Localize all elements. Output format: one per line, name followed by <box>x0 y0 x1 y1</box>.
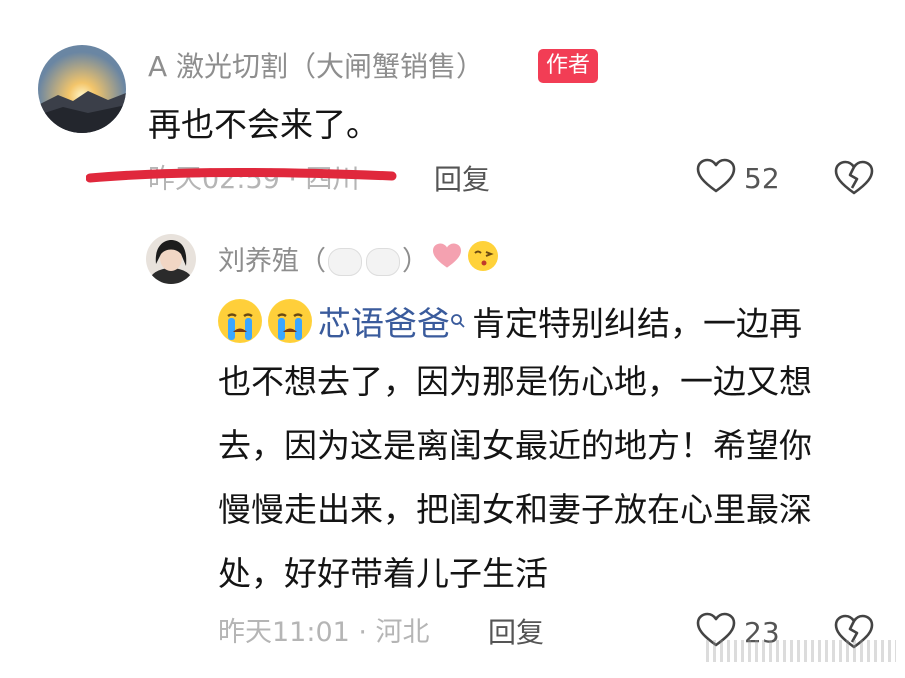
author-avatar[interactable] <box>38 45 126 133</box>
comment-like-count: 52 <box>744 161 780 195</box>
mention-link[interactable]: 芯语爸爸 <box>318 304 450 343</box>
reply-meta: 昨天11:01 · 河北 <box>218 617 430 648</box>
crying-face-icon <box>268 299 312 343</box>
heart-icon <box>696 158 736 198</box>
reply-line-5: 处，好好带着儿子生活 <box>218 554 548 593</box>
author-badge: 作者 <box>538 49 599 83</box>
kiss-emoji-icon <box>467 240 499 283</box>
reply-avatar[interactable] <box>146 234 196 284</box>
reply-username-row[interactable]: 刘养殖（ ） <box>218 240 499 283</box>
reply-first-line: 芯语爸爸 肯定特别纠结，一边再 <box>218 286 802 356</box>
reply-line-3: 去，因为这是离闺女最近的地方！希望你 <box>218 426 812 465</box>
reply-reply-button[interactable]: 回复 <box>488 614 544 652</box>
comment-like-button[interactable]: 52 <box>696 158 780 198</box>
comment-reply-button[interactable]: 回复 <box>434 160 490 200</box>
reply-text-first: 肯定特别纠结，一边再 <box>472 304 802 343</box>
reply-username: 刘养殖（ <box>218 245 326 277</box>
pig-face-icon <box>328 247 362 276</box>
pink-heart-icon <box>431 242 463 281</box>
author-username[interactable]: A 激光切割（大闸蟹销售） <box>148 48 484 86</box>
reply-username-suffix: ） <box>402 245 429 277</box>
reply-line-4: 慢慢走出来，把闺女和妻子放在心里最深 <box>218 490 812 529</box>
watermark <box>706 640 896 662</box>
comment-text: 再也不会来了。 <box>148 105 379 144</box>
broken-heart-icon <box>834 160 874 200</box>
search-icon[interactable] <box>450 286 466 350</box>
red-strike-mark <box>86 167 397 183</box>
reply-line-2: 也不想去了，因为那是伤心地，一边又想 <box>218 362 812 401</box>
comment-dislike-button[interactable] <box>834 160 874 200</box>
crying-face-icon <box>218 299 262 343</box>
pig-face-icon <box>366 247 400 276</box>
